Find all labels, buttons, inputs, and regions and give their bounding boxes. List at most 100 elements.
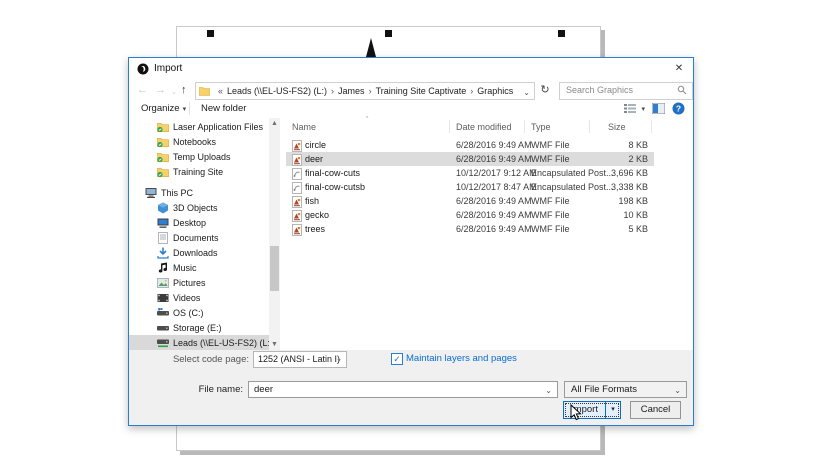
file-size: 3,696 KB [576,168,648,178]
videos-icon [157,292,168,303]
file-type: WMF File [531,210,570,220]
list-header: ˆ Name Date modified Type Size [286,118,693,135]
file-format-select[interactable]: All File Formats ⌄ [564,381,687,398]
sidebar-item-label: Pictures [173,278,206,288]
sidebar-item-downloads[interactable]: Downloads [129,245,269,260]
breadcrumb-segment[interactable]: Leads (\\EL-US-FS2) (L:) [227,86,327,96]
view-options-button[interactable]: ▾ [624,103,645,114]
breadcrumb-segment[interactable]: Training Site Captivate [376,86,467,96]
maintain-layers-checkbox[interactable]: ✓ [391,353,403,365]
sidebar-item-notebooks[interactable]: Notebooks [129,134,269,149]
sort-ascending-icon: ˆ [366,117,368,124]
file-name: gecko [305,210,329,220]
navigation-bar: ← → ⌄ ↑ « Leads (\\EL-US-FS2) (L:)›James… [129,80,693,100]
import-dialog: Import ✕ ← → ⌄ ↑ « Leads (\\EL-US-FS2) (… [128,57,694,426]
breadcrumb[interactable]: « Leads (\\EL-US-FS2) (L:)›James›Trainin… [195,82,535,100]
maintain-layers-label[interactable]: Maintain layers and pages [406,353,517,364]
code-page-select[interactable]: 1252 (ANSI - Latin I) ⌄ [253,351,347,368]
sidebar-item-laser-application-files[interactable]: Laser Application Files [129,119,269,134]
up-button[interactable]: ↑ [181,83,187,97]
breadcrumb-separator-icon[interactable]: › [369,86,372,96]
pc-icon [145,187,156,198]
breadcrumb-segment[interactable]: Graphics [477,86,513,96]
chevron-down-icon: ▾ [183,106,187,113]
sidebar-item-this-pc[interactable]: This PC [129,185,269,200]
help-icon[interactable]: ? [672,102,685,115]
column-header-name[interactable]: Name [292,122,316,132]
selection-handle[interactable] [385,30,392,37]
file-row-circle[interactable]: circle6/28/2016 9:49 AMWMF File8 KB [286,138,654,152]
sidebar-item-label: This PC [161,188,193,198]
breadcrumb-separator-icon[interactable]: › [470,86,473,96]
file-row-fish[interactable]: fish6/28/2016 9:49 AMWMF File198 KB [286,194,654,208]
sidebar-item-desktop[interactable]: Desktop [129,215,269,230]
file-row-final-cow-cuts[interactable]: final-cow-cuts10/12/2017 9:12 AMEncapsul… [286,166,654,180]
file-date: 6/28/2016 9:49 AM [456,140,532,150]
file-size: 198 KB [576,196,648,206]
new-folder-button[interactable]: New folder [201,103,246,114]
file-name: deer [305,154,323,164]
column-divider[interactable] [524,120,525,133]
column-divider[interactable] [449,120,450,133]
selection-handle[interactable] [207,30,214,37]
file-name-input[interactable]: deer ⌄ [248,381,558,398]
search-input[interactable]: Search Graphics [559,82,693,100]
sidebar-scrollbar[interactable]: ▲ ▼ [269,118,280,350]
column-header-size[interactable]: Size [608,122,626,132]
file-date: 6/28/2016 9:49 AM [456,210,532,220]
scrollbar-thumb[interactable] [270,246,279,291]
back-button[interactable]: ← [137,83,148,97]
sidebar-item-music[interactable]: Music [129,260,269,275]
triangle-shape[interactable] [366,38,376,57]
dialog-titlebar[interactable]: Import ✕ [129,58,693,80]
breadcrumb-chevron-icon[interactable]: ⌄ [520,88,530,97]
file-type: WMF File [531,196,570,206]
breadcrumb-segment[interactable]: James [338,86,365,96]
sidebar-item-3d-objects[interactable]: 3D Objects [129,200,269,215]
sidebar-item-label: Storage (E:) [173,323,222,333]
sidebar-item-os-c[interactable]: OS (C:) [129,305,269,320]
sidebar-item-training-site[interactable]: Training Site [129,164,269,179]
column-header-type[interactable]: Type [531,122,551,132]
pictures-icon [157,277,168,288]
sidebar-item-documents[interactable]: Documents [129,230,269,245]
file-date: 6/28/2016 9:49 AM [456,196,532,206]
sidebar-item-temp-uploads[interactable]: Temp Uploads [129,149,269,164]
file-name-label: File name: [129,384,243,395]
mouse-cursor [570,404,582,421]
breadcrumb-separator-icon[interactable]: › [331,86,334,96]
history-dropdown[interactable]: ⌄ [171,86,177,100]
close-button[interactable]: ✕ [671,61,687,77]
import-dropdown-button[interactable]: ▾ [605,402,620,418]
scroll-up-icon[interactable]: ▲ [269,118,280,129]
sidebar-item-pictures[interactable]: Pictures [129,275,269,290]
file-name: circle [305,140,326,150]
sidebar-item-label: Training Site [173,167,223,177]
selection-handle[interactable] [558,30,565,37]
file-row-final-cow-cutsb[interactable]: final-cow-cutsb10/12/2017 8:47 AMEncapsu… [286,180,654,194]
preview-pane-button[interactable] [652,103,665,114]
file-row-deer[interactable]: deer6/28/2016 9:49 AMWMF File2 KB [286,152,654,166]
objects3d-icon [157,202,168,213]
column-divider[interactable] [589,120,590,133]
sidebar-item-leads-el-us-fs2-l[interactable]: Leads (\\EL-US-FS2) (L:) [129,335,269,350]
sidebar-item-videos[interactable]: Videos [129,290,269,305]
cancel-button[interactable]: Cancel [630,401,681,419]
sidebar-item-label: Downloads [173,248,218,258]
file-row-trees[interactable]: trees6/28/2016 9:49 AMWMF File5 KB [286,222,654,236]
sidebar-item-storage-e[interactable]: Storage (E:) [129,320,269,335]
wmf-file-icon [291,224,301,234]
eps-file-icon [291,168,301,178]
column-divider[interactable] [651,120,652,133]
downloads-icon [157,247,168,258]
organize-button[interactable]: Organize▾ [141,103,186,114]
file-row-gecko[interactable]: gecko6/28/2016 9:49 AMWMF File10 KB [286,208,654,222]
column-header-date[interactable]: Date modified [456,122,512,132]
sidebar-item-label: Leads (\\EL-US-FS2) (L:) [173,338,269,348]
file-size: 5 KB [576,224,648,234]
scroll-down-icon[interactable]: ▼ [269,339,280,350]
forward-button[interactable]: → [155,83,166,97]
refresh-icon[interactable]: ↻ [537,82,553,98]
search-icon [677,85,687,95]
toolbar-divider [189,102,190,115]
